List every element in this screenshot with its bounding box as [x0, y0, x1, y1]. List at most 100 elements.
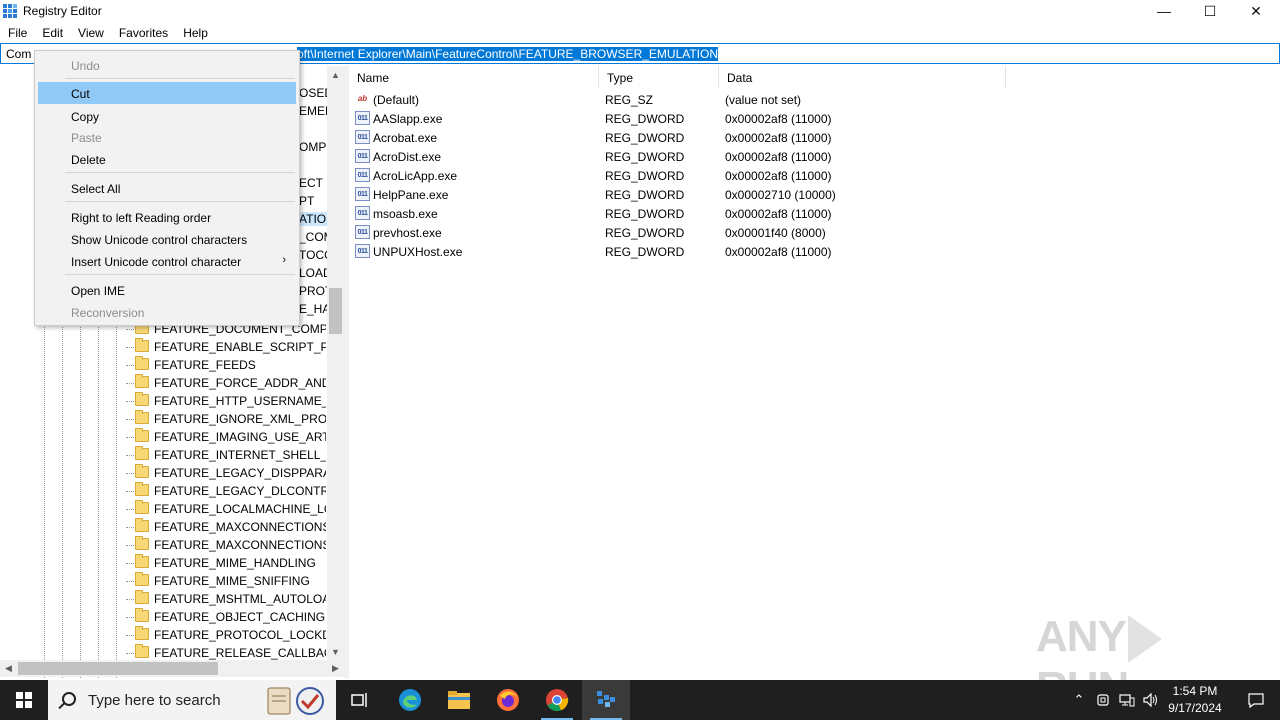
value-row[interactable]: 011 Acrobat.exe REG_DWORD 0x00002af8 (11000…	[349, 128, 1009, 147]
value-name: prevhost.exe	[373, 226, 442, 240]
edge-button[interactable]	[386, 680, 434, 720]
context-menu-item-label: Show Unicode control characters	[71, 233, 248, 247]
tree-item-partial[interactable]: TOCO	[299, 248, 327, 262]
context-menu-item-select-all[interactable]: Select All	[38, 177, 296, 199]
value-row[interactable]: 011 HelpPane.exe REG_DWORD 0x00002710 (1000…	[349, 185, 1009, 204]
context-menu-item-label: Paste	[71, 131, 102, 145]
tree-vertical-scrollbar[interactable]: ▲ ▼	[327, 66, 344, 660]
windows-logo-icon	[16, 692, 32, 708]
tree-item-partial[interactable]: E_HA	[299, 302, 327, 316]
tree-item[interactable]: FEATURE_HTTP_USERNAME_PASSWORD_DISABLE	[0, 392, 330, 410]
tree-item[interactable]: FEATURE_MIME_SNIFFING	[0, 572, 330, 590]
column-header-type[interactable]: Type	[599, 66, 719, 89]
tree-item-partial[interactable]: PROT	[299, 284, 327, 298]
maximize-button[interactable]: ☐	[1187, 0, 1233, 22]
column-header-name[interactable]: Name	[349, 66, 599, 89]
context-menu-item-copy[interactable]: Copy	[38, 105, 296, 127]
tree-item[interactable]: FEATURE_LOCALMACHINE_LOCKDOWN	[0, 500, 330, 518]
column-header-data[interactable]: Data	[719, 66, 1006, 89]
tree-item[interactable]: FEATURE_OBJECT_CACHING	[0, 608, 330, 626]
menu-file[interactable]: File	[0, 22, 34, 43]
context-menu-item-insert-unicode-control-character[interactable]: Insert Unicode control character ›	[38, 250, 296, 272]
tree-connector	[126, 617, 134, 618]
show-hidden-icons-button[interactable]: ⌃	[1068, 680, 1090, 720]
tree-connector	[126, 473, 134, 474]
tree-item[interactable]: FEATURE_PROTOCOL_LOCKDOWN	[0, 626, 330, 644]
tree-item-partial[interactable]: OSED	[299, 86, 327, 100]
context-menu-item-cut[interactable]: Cut	[38, 82, 296, 104]
scroll-down-icon[interactable]: ▼	[327, 643, 344, 660]
device-tray-button[interactable]	[1092, 680, 1114, 720]
registry-editor-taskbar-button[interactable]	[582, 680, 630, 720]
list-header: Name Type Data	[349, 66, 1280, 89]
tree-item[interactable]: FEATURE_MSHTML_AUTOLOAD_IEFRAME	[0, 590, 330, 608]
tree-item[interactable]: FEATURE_FEEDS	[0, 356, 330, 374]
registry-editor-icon	[3, 4, 17, 18]
volume-button[interactable]	[1140, 680, 1162, 720]
context-menu-item-open-ime[interactable]: Open IME	[38, 279, 296, 301]
value-name: UNPUXHost.exe	[373, 245, 463, 259]
menu-view[interactable]: View	[70, 22, 111, 43]
tree-item[interactable]: FEATURE_LEGACY_DISPPARAMS	[0, 464, 330, 482]
value-row[interactable]: 011 AcroDist.exe REG_DWORD 0x00002af8 (1100…	[349, 147, 1009, 166]
value-row[interactable]: 011 AASlapp.exe REG_DWORD 0x00002af8 (11000…	[349, 109, 1009, 128]
tree-item[interactable]: FEATURE_ENABLE_SCRIPT_PASTE_URLACTION_IF…	[0, 338, 330, 356]
value-row[interactable]: ab (Default) REG_SZ (value not set)	[349, 90, 1009, 109]
tree-item[interactable]: FEATURE_INTERNET_SHELL_FOLDERS	[0, 446, 330, 464]
tree-item[interactable]: FEATURE_IMAGING_USE_ART	[0, 428, 330, 446]
tree-item[interactable]: FEATURE_IGNORE_XML_PROLOG	[0, 410, 330, 428]
tree-item[interactable]: FEATURE_LEGACY_DLCONTROL_BEHAVIORS	[0, 482, 330, 500]
tree-item[interactable]: FEATURE_MAXCONNECTIONSPERSERVER	[0, 536, 330, 554]
tree-item-partial[interactable]: _COM	[299, 230, 327, 244]
values-list[interactable]: Name Type Data ab (Default) REG_SZ (value n…	[349, 66, 1280, 678]
tree-item-partial[interactable]: EMEN	[299, 104, 327, 118]
folder-icon	[135, 482, 149, 496]
tree-item-partial[interactable]: PT	[299, 194, 327, 208]
value-row[interactable]: 011 msoasb.exe REG_DWORD 0x00002af8 (11000)	[349, 204, 1009, 223]
task-view-icon	[351, 693, 367, 707]
context-menu-item-label: Right to left Reading order	[71, 211, 212, 225]
context-menu-item-delete[interactable]: Delete	[38, 148, 296, 170]
value-row[interactable]: 011 prevhost.exe REG_DWORD 0x00001f40 (8000…	[349, 223, 1009, 242]
menu-edit[interactable]: Edit	[34, 22, 70, 43]
scroll-up-icon[interactable]: ▲	[327, 66, 344, 83]
value-type: REG_DWORD	[605, 226, 685, 240]
taskbar-search[interactable]: Type here to search	[48, 680, 336, 720]
context-menu-item-show-unicode-control-characters[interactable]: Show Unicode control characters	[38, 228, 296, 250]
firefox-button[interactable]	[484, 680, 532, 720]
menu-favorites[interactable]: Favorites	[111, 22, 175, 43]
scroll-thumb-horizontal[interactable]	[18, 662, 218, 675]
tree-item-label: FEATURE_MSHTML_AUTOLOAD_IEFRAME	[154, 592, 326, 606]
tree-item[interactable]: FEATURE_MAXCONNECTIONSPER1_0SERVER	[0, 518, 330, 536]
tree-connector	[126, 545, 134, 546]
tree-item-partial[interactable]: OMP	[299, 140, 327, 154]
tree-horizontal-scrollbar[interactable]: ◀ ▶	[0, 660, 344, 677]
file-explorer-button[interactable]	[435, 680, 483, 720]
tree-item-partial[interactable]: LOAD	[299, 266, 327, 280]
close-button[interactable]: ✕	[1233, 0, 1279, 22]
minimize-button[interactable]: —	[1141, 0, 1187, 22]
start-button[interactable]	[0, 680, 48, 720]
context-menu-item-reconversion: Reconversion	[38, 301, 296, 323]
menu-help[interactable]: Help	[175, 22, 215, 43]
firefox-icon	[497, 689, 519, 711]
context-menu-item-right-to-left-reading-order[interactable]: Right to left Reading order	[38, 206, 296, 228]
folder-icon	[135, 464, 149, 478]
tree-item[interactable]: FEATURE_FORCE_ADDR_AND_STATUS	[0, 374, 330, 392]
clock[interactable]: 1:54 PM 9/17/2024	[1160, 683, 1230, 717]
value-row[interactable]: 011 UNPUXHost.exe REG_DWORD 0x00002af8 (110…	[349, 242, 1009, 261]
notification-button[interactable]	[1232, 680, 1280, 720]
value-name: HelpPane.exe	[373, 188, 449, 202]
scroll-thumb[interactable]	[329, 288, 342, 334]
network-button[interactable]	[1116, 680, 1138, 720]
context-menu: Undo Cut Copy Paste Delete Select All Right to…	[34, 50, 300, 326]
task-view-button[interactable]	[336, 680, 384, 720]
tree-item-partial[interactable]: ECT	[299, 176, 327, 190]
chrome-button[interactable]	[533, 680, 581, 720]
value-row[interactable]: 011 AcroLicApp.exe REG_DWORD 0x00002af8 (11…	[349, 166, 1009, 185]
value-type: REG_DWORD	[605, 245, 685, 259]
tree-item-partial[interactable]: ATION	[299, 212, 327, 226]
scroll-right-icon[interactable]: ▶	[327, 660, 344, 677]
tree-item[interactable]: FEATURE_MIME_HANDLING	[0, 554, 330, 572]
scroll-left-icon[interactable]: ◀	[0, 660, 17, 677]
